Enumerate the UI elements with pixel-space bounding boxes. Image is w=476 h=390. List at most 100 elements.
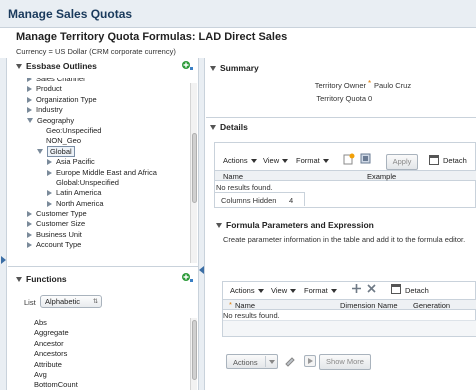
formula-format-menu[interactable]: Format bbox=[304, 286, 337, 295]
summary-panel-header[interactable]: Summary bbox=[210, 63, 259, 79]
function-item[interactable]: BottomCount bbox=[34, 380, 184, 390]
formula-empty-message: No results found. bbox=[223, 311, 280, 320]
apply-button[interactable]: Apply bbox=[386, 154, 418, 170]
expand-node-icon[interactable] bbox=[27, 231, 32, 238]
expand-node-icon[interactable] bbox=[27, 221, 32, 228]
details-actions-menu[interactable]: Actions bbox=[223, 156, 257, 165]
freeze-icon[interactable] bbox=[360, 153, 372, 165]
tree-node-label[interactable]: Global bbox=[47, 145, 75, 157]
details-format-menu[interactable]: Format bbox=[296, 156, 329, 165]
expand-node-icon[interactable] bbox=[27, 242, 32, 249]
collapse-icon[interactable] bbox=[210, 125, 216, 131]
detach-icon[interactable] bbox=[429, 155, 439, 165]
column-header-generation[interactable]: Generation bbox=[413, 301, 450, 310]
column-header-name[interactable]: Name bbox=[235, 301, 255, 310]
column-header-name[interactable]: Name bbox=[223, 172, 243, 181]
tree-node[interactable]: Asia Pacific bbox=[26, 157, 190, 167]
function-item[interactable]: Ancestors bbox=[34, 349, 184, 359]
function-item[interactable]: Abs bbox=[34, 318, 184, 328]
pane-splitter[interactable] bbox=[198, 58, 205, 390]
play-button[interactable] bbox=[304, 355, 316, 367]
tree-node[interactable]: Global:Unspecified bbox=[26, 178, 190, 188]
functions-scrollbar[interactable] bbox=[190, 318, 197, 390]
chevron-down-icon bbox=[330, 289, 337, 294]
tree-node-label[interactable]: Geo:Unspecified bbox=[46, 126, 101, 135]
tree-node[interactable]: Europe Middle East and Africa bbox=[26, 168, 190, 178]
expand-node-icon[interactable] bbox=[47, 190, 52, 197]
details-detach-button[interactable]: Detach bbox=[443, 156, 467, 165]
essbase-scroll-thumb[interactable] bbox=[192, 133, 197, 203]
expand-node-icon[interactable] bbox=[27, 86, 32, 93]
formula-header-label: Formula Parameters and Expression bbox=[226, 220, 374, 230]
formula-detach-button[interactable]: Detach bbox=[405, 286, 429, 295]
tree-node-label[interactable]: North America bbox=[56, 199, 104, 208]
tree-node[interactable]: Geo:Unspecified bbox=[26, 126, 190, 136]
functions-scroll-thumb[interactable] bbox=[192, 320, 197, 380]
essbase-scrollbar[interactable] bbox=[190, 83, 197, 263]
function-item[interactable]: Aggregate bbox=[34, 328, 184, 338]
expand-node-icon[interactable] bbox=[27, 107, 32, 114]
delete-row-icon[interactable] bbox=[366, 283, 377, 294]
tree-node-label[interactable]: Latin America bbox=[56, 188, 101, 197]
tree-node-label[interactable]: Organization Type bbox=[36, 95, 97, 104]
details-view-menu[interactable]: View bbox=[263, 156, 289, 165]
bottom-actions-menu[interactable]: Actions bbox=[226, 354, 278, 369]
expand-node-icon[interactable] bbox=[27, 96, 32, 103]
tree-node-label[interactable]: Sales Channel bbox=[36, 78, 85, 83]
expand-node-icon[interactable] bbox=[47, 159, 52, 166]
function-item[interactable]: Attribute bbox=[34, 360, 184, 370]
tree-node[interactable]: Global bbox=[26, 145, 190, 157]
tree-node-label[interactable]: Business Unit bbox=[36, 230, 82, 239]
column-header-dimension-name[interactable]: Dimension Name bbox=[340, 301, 398, 310]
functions-panel-header[interactable]: Functions bbox=[16, 274, 67, 290]
tree-node-label[interactable]: Asia Pacific bbox=[56, 157, 95, 166]
collapse-icon[interactable] bbox=[16, 64, 22, 70]
tree-node[interactable]: Geography bbox=[26, 116, 190, 126]
formula-panel-header[interactable]: Formula Parameters and Expression bbox=[216, 220, 374, 236]
tree-node-label[interactable]: Industry bbox=[36, 105, 63, 114]
tree-node-label[interactable]: Customer Type bbox=[36, 209, 87, 218]
formula-actions-menu[interactable]: Actions bbox=[230, 286, 264, 295]
tree-node[interactable]: Industry bbox=[26, 105, 190, 115]
collapse-icon[interactable] bbox=[210, 66, 216, 72]
tree-node-label[interactable]: Customer Size bbox=[36, 219, 85, 228]
collapse-node-icon[interactable] bbox=[37, 149, 43, 155]
function-item[interactable]: Ancestor bbox=[34, 339, 184, 349]
tree-node[interactable]: Customer Type bbox=[26, 209, 190, 219]
tree-node-label[interactable]: Product bbox=[36, 84, 62, 93]
tree-node[interactable]: Organization Type bbox=[26, 95, 190, 105]
tree-node[interactable]: Customer Size bbox=[26, 219, 190, 229]
expand-node-icon[interactable] bbox=[47, 169, 52, 176]
show-more-button[interactable]: Show More bbox=[319, 354, 371, 370]
column-header-example[interactable]: Example bbox=[367, 172, 396, 181]
detach-icon[interactable] bbox=[391, 284, 401, 294]
add-function-icon[interactable] bbox=[181, 272, 193, 284]
list-order-select[interactable]: Alphabetic ⇅ bbox=[40, 295, 102, 308]
expand-node-icon[interactable] bbox=[47, 200, 52, 207]
tree-node-label[interactable]: Global:Unspecified bbox=[56, 178, 119, 187]
formula-view-menu[interactable]: View bbox=[271, 286, 297, 295]
collapse-icon[interactable] bbox=[16, 277, 22, 283]
clear-icon[interactable] bbox=[284, 355, 296, 367]
collapse-pane-icon[interactable] bbox=[199, 266, 204, 274]
tree-node[interactable]: Account Type bbox=[26, 240, 190, 250]
expand-node-icon[interactable] bbox=[27, 78, 32, 83]
tree-node[interactable]: Product bbox=[26, 84, 190, 94]
tree-node-label[interactable]: Geography bbox=[37, 116, 74, 125]
tree-node[interactable]: North America bbox=[26, 199, 190, 209]
collapse-icon[interactable] bbox=[216, 223, 222, 229]
expand-left-icon[interactable] bbox=[1, 256, 6, 264]
tree-node-label[interactable]: NON_Geo bbox=[46, 136, 81, 145]
tree-node-label[interactable]: Account Type bbox=[36, 240, 81, 249]
function-item[interactable]: Avg bbox=[34, 370, 184, 380]
expand-node-icon[interactable] bbox=[27, 211, 32, 218]
essbase-panel-header[interactable]: Essbase Outlines bbox=[16, 61, 97, 77]
tree-node[interactable]: Latin America bbox=[26, 188, 190, 198]
tree-node[interactable]: Business Unit bbox=[26, 230, 190, 240]
edit-formula-icon[interactable] bbox=[343, 153, 355, 165]
details-panel-header[interactable]: Details bbox=[210, 122, 248, 138]
tree-node-label[interactable]: Europe Middle East and Africa bbox=[56, 168, 157, 177]
add-row-icon[interactable] bbox=[351, 283, 362, 294]
add-outline-icon[interactable] bbox=[181, 60, 193, 72]
collapse-node-icon[interactable] bbox=[27, 118, 33, 124]
